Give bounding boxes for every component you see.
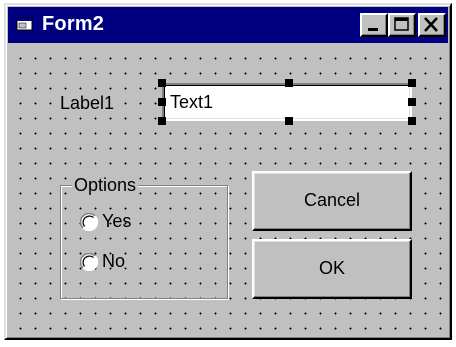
minimize-button[interactable]: [360, 13, 388, 37]
resize-handle-right[interactable]: [408, 98, 416, 106]
resize-handle-top-left[interactable]: [158, 79, 166, 87]
title-bar[interactable]: Form2: [8, 7, 448, 43]
maximize-icon: [394, 17, 409, 31]
radio-yes-label: Yes: [102, 211, 132, 231]
label1[interactable]: Label1: [58, 93, 117, 114]
resize-handle-bottom[interactable]: [285, 117, 293, 125]
cancel-button[interactable]: Cancel: [252, 171, 412, 231]
options-frame[interactable]: Options Yes No: [60, 175, 228, 299]
resize-handle-left[interactable]: [158, 98, 166, 106]
resize-handle-bottom-left[interactable]: [158, 117, 166, 125]
form-window: Form2 Label1 Text1 Options Yes No Cancel…: [4, 3, 452, 340]
close-button[interactable]: [418, 13, 446, 37]
form-design-surface[interactable]: Label1 Text1 Options Yes No Cancel OK: [10, 47, 446, 334]
resize-handle-top-right[interactable]: [408, 79, 416, 87]
window-title: Form2: [42, 13, 105, 35]
radio-icon: [80, 213, 98, 231]
text1-value: Text1: [170, 92, 214, 112]
form-icon: [16, 17, 33, 31]
ok-button[interactable]: OK: [252, 239, 412, 299]
resize-handle-top[interactable]: [285, 79, 293, 87]
close-icon: [424, 17, 438, 32]
radio-icon: [80, 253, 98, 271]
resize-handle-bottom-right[interactable]: [408, 117, 416, 125]
maximize-button[interactable]: [388, 13, 416, 37]
radio-no-label: No: [102, 251, 126, 271]
minimize-icon: [368, 28, 378, 31]
options-frame-title: Options: [72, 175, 139, 195]
options-frame-border: [60, 185, 228, 299]
text1-textbox[interactable]: Text1: [162, 83, 412, 121]
